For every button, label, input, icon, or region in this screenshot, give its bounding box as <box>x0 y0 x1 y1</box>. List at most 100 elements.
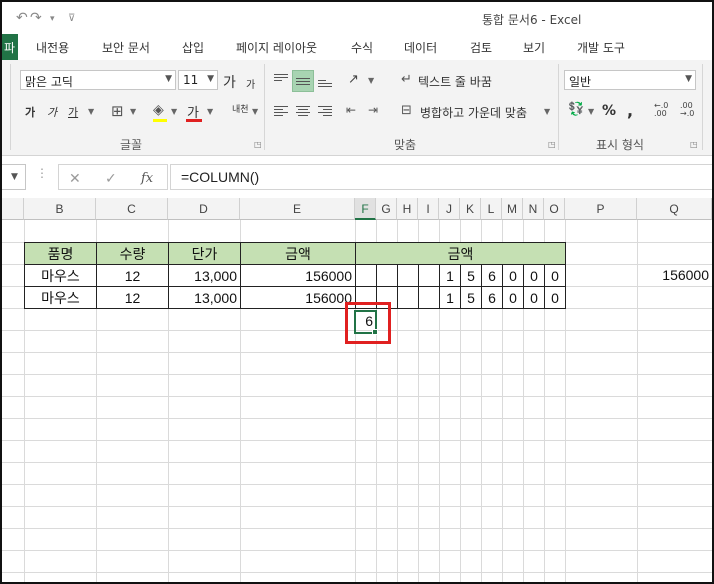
tab-view[interactable]: 보기 <box>523 39 545 56</box>
font-name-combo[interactable]: 맑은 고딕 ▼ <box>20 70 176 90</box>
tab-review[interactable]: 검토 <box>470 39 492 56</box>
tab-security-document[interactable]: 보안 문서 <box>102 39 150 56</box>
undo-icon[interactable]: ↶ <box>16 10 28 26</box>
table-header-unit-price[interactable]: 단가 <box>168 242 241 265</box>
table-cell-item[interactable]: 마우스 <box>24 264 97 287</box>
table-cell-digit[interactable]: 5 <box>460 264 482 287</box>
cell-q-value[interactable]: 156000 <box>637 264 712 286</box>
column-header-p[interactable]: P <box>565 198 637 220</box>
number-format-combo[interactable]: 일반 ▼ <box>564 70 696 90</box>
column-header-c[interactable]: C <box>96 198 168 220</box>
dialog-launcher-icon[interactable]: ◳ <box>254 140 262 149</box>
align-bottom-icon[interactable] <box>318 78 332 89</box>
worksheet-grid[interactable]: B C D E F G H I J K L M N O P Q 품명 수량 단가… <box>2 198 712 582</box>
decrease-decimal-icon[interactable]: .00 →.0 <box>680 102 694 118</box>
percent-style-button[interactable]: % <box>602 103 616 119</box>
wrap-text-icon[interactable]: ↵ <box>401 72 412 87</box>
column-header-h[interactable]: H <box>397 198 418 220</box>
column-header-l[interactable]: L <box>481 198 502 220</box>
table-cell-quantity[interactable]: 12 <box>96 264 169 287</box>
column-header-q[interactable]: Q <box>637 198 712 220</box>
formula-input[interactable]: =COLUMN() <box>170 164 712 190</box>
table-cell-digit[interactable]: 5 <box>460 286 482 309</box>
phonetic-button[interactable]: 내천 <box>232 102 249 115</box>
dialog-launcher-icon[interactable]: ◳ <box>690 140 698 149</box>
tab-insert[interactable]: 삽입 <box>182 39 204 56</box>
tab-file[interactable]: 파 <box>2 34 18 60</box>
table-cell-digit[interactable]: 0 <box>523 264 545 287</box>
table-cell-digit[interactable]: 6 <box>481 264 503 287</box>
borders-icon[interactable]: ⊞ <box>111 102 124 120</box>
table-cell-digit[interactable] <box>376 264 398 287</box>
italic-button[interactable]: 가 <box>47 104 57 120</box>
tab-developer[interactable]: 개발 도구 <box>577 39 625 56</box>
table-cell-digit[interactable]: 6 <box>481 286 503 309</box>
column-header-o[interactable]: O <box>544 198 565 220</box>
align-center-icon[interactable] <box>296 104 310 118</box>
column-header-d[interactable]: D <box>168 198 240 220</box>
align-left-icon[interactable] <box>274 104 288 118</box>
column-header-m[interactable]: M <box>502 198 523 220</box>
table-cell-digit[interactable]: 1 <box>439 286 461 309</box>
chevron-down-icon[interactable]: ▼ <box>588 107 594 116</box>
tab-my-use[interactable]: 내전용 <box>36 39 69 56</box>
merge-center-icon[interactable]: ⊟ <box>401 103 412 118</box>
chevron-down-icon[interactable]: ▼ <box>252 107 258 116</box>
enter-icon[interactable]: ✓ <box>105 171 117 187</box>
font-size-combo[interactable]: 11 ▼ <box>178 70 218 90</box>
table-cell-unit-price[interactable]: 13,000 <box>168 286 241 309</box>
chevron-down-icon[interactable]: ▼ <box>130 107 136 116</box>
table-cell-digit[interactable]: 0 <box>544 264 566 287</box>
dialog-launcher-icon[interactable]: ◳ <box>548 140 556 149</box>
insert-function-icon[interactable]: fx <box>141 171 153 186</box>
decrease-indent-icon[interactable]: ⇤ <box>346 103 356 117</box>
column-header-n[interactable]: N <box>523 198 544 220</box>
column-header-a[interactable] <box>2 198 24 220</box>
chevron-down-icon[interactable]: ▼ <box>171 107 177 116</box>
chevron-down-icon[interactable]: ▼ <box>207 107 213 116</box>
table-cell-unit-price[interactable]: 13,000 <box>168 264 241 287</box>
grow-font-button[interactable]: 가 <box>223 72 236 92</box>
column-header-i[interactable]: I <box>418 198 439 220</box>
table-cell-digit[interactable]: 1 <box>439 264 461 287</box>
quick-access-dropdown-icon[interactable]: ▾ <box>50 14 55 24</box>
comma-style-button[interactable]: , <box>627 101 633 120</box>
table-cell-amount[interactable]: 156000 <box>240 286 356 309</box>
tab-formulas[interactable]: 수식 <box>351 39 373 56</box>
table-cell-digit[interactable] <box>397 286 419 309</box>
customize-icon[interactable]: ⊽ <box>68 13 75 24</box>
fill-color-icon[interactable]: ◈ <box>153 102 164 118</box>
table-cell-digit[interactable]: 0 <box>502 264 524 287</box>
merge-center-button[interactable]: 병합하고 가운데 맞춤 <box>420 104 527 121</box>
wrap-text-button[interactable]: 텍스트 줄 바꿈 <box>418 73 492 90</box>
table-cell-digit[interactable]: 0 <box>544 286 566 309</box>
table-header-quantity[interactable]: 수량 <box>96 242 169 265</box>
column-header-f[interactable]: F <box>355 198 376 220</box>
chevron-down-icon[interactable]: ▼ <box>88 107 94 116</box>
table-cell-digit[interactable] <box>418 286 440 309</box>
align-right-icon[interactable] <box>318 104 332 118</box>
chevron-down-icon[interactable]: ▼ <box>544 107 550 116</box>
cancel-icon[interactable]: ✕ <box>69 171 81 187</box>
accounting-format-icon[interactable]: 💱 <box>568 102 584 117</box>
table-cell-digit[interactable]: 0 <box>523 286 545 309</box>
table-cell-amount[interactable]: 156000 <box>240 264 356 287</box>
redo-icon[interactable]: ↷ <box>30 10 42 26</box>
column-header-g[interactable]: G <box>376 198 397 220</box>
column-header-k[interactable]: K <box>460 198 481 220</box>
table-header-amount[interactable]: 금액 <box>240 242 356 265</box>
shrink-font-button[interactable]: 가 <box>246 76 255 91</box>
tab-data[interactable]: 데이터 <box>404 39 437 56</box>
table-cell-digit[interactable] <box>418 264 440 287</box>
table-header-item[interactable]: 품명 <box>24 242 97 265</box>
column-header-j[interactable]: J <box>439 198 460 220</box>
table-cell-item[interactable]: 마우스 <box>24 286 97 309</box>
column-header-b[interactable]: B <box>24 198 96 220</box>
orientation-icon[interactable]: ↗ <box>348 72 359 87</box>
name-box[interactable]: ▼ <box>2 164 26 190</box>
underline-button[interactable]: 가 <box>68 104 78 120</box>
bold-button[interactable]: 가 <box>25 104 35 120</box>
table-cell-digit[interactable] <box>355 264 377 287</box>
align-top-icon[interactable] <box>274 72 288 83</box>
table-header-amount-digits[interactable]: 금액 <box>355 242 566 265</box>
